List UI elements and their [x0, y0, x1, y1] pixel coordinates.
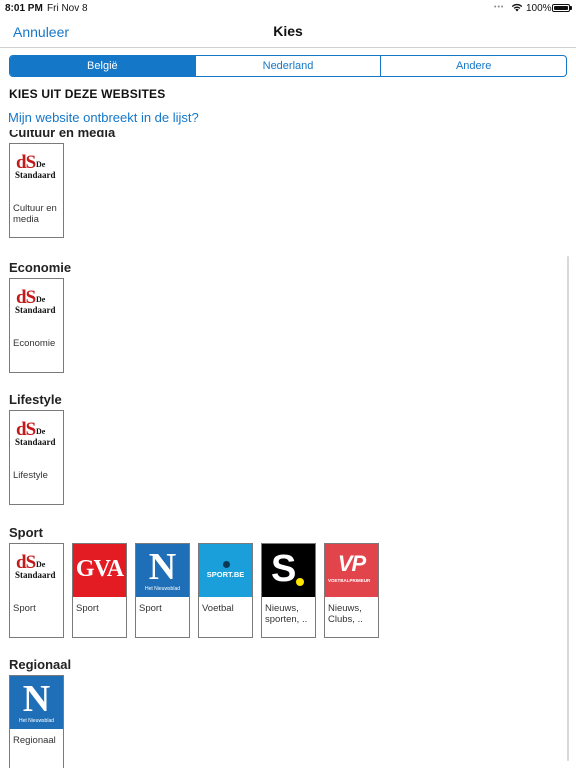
- logo-mark: De: [36, 560, 46, 569]
- website-tile-de-standaard[interactable]: dS De Standaard Cultuur en media: [9, 143, 64, 238]
- category-cultuur-en-media: Cultuur en media dS De Standaard Cultuur…: [9, 130, 115, 238]
- category-title: Economie: [9, 260, 72, 275]
- de-standaard-logo: dS De Standaard: [10, 411, 63, 464]
- voetbalprimeur-logo: VP VOETBALPRIMEUR: [325, 544, 378, 597]
- segment-andere[interactable]: Andere: [380, 56, 566, 76]
- battery-icon: [552, 4, 570, 12]
- category-title: Regionaal: [9, 657, 72, 672]
- websites-list[interactable]: Cultuur en media dS De Standaard Cultuur…: [0, 130, 576, 768]
- category-title: Lifestyle: [9, 392, 62, 407]
- logo-mark: N: [148, 546, 177, 588]
- logo-mark: VP: [337, 551, 366, 576]
- status-date: Fri Nov 8: [47, 3, 88, 14]
- website-tile-voetbalprimeur[interactable]: VP VOETBALPRIMEUR Nieuws, Clubs, ..: [324, 543, 379, 638]
- logo-name: Standaard: [15, 437, 56, 447]
- tile-label: Nieuws, Clubs, ..: [328, 603, 363, 625]
- category-regionaal: Regionaal N Het Nieuwsblad Regionaal: [9, 657, 71, 768]
- battery-tip: [570, 6, 572, 10]
- status-time: 8:01 PM: [5, 3, 43, 14]
- de-standaard-logo: dS De Standaard: [10, 144, 63, 197]
- yellow-dot-icon: [296, 578, 304, 586]
- country-segmented-control: België Nederland Andere: [9, 55, 567, 77]
- category-economie: Economie dS De Standaard Economie: [9, 260, 71, 373]
- logo-name: Standaard: [15, 570, 56, 580]
- tile-label: Nieuws, sporten, ..: [265, 603, 308, 625]
- category-sport: Sport dS De Standaard Sport GVA Sport N: [9, 525, 379, 638]
- missing-website-link[interactable]: Mijn website ontbreekt in de lijst?: [8, 110, 199, 125]
- de-standaard-logo: dS De Standaard: [10, 544, 63, 597]
- tile-label: Regionaal: [13, 735, 56, 746]
- category-lifestyle: Lifestyle dS De Standaard Lifestyle: [9, 392, 64, 505]
- het-nieuwsblad-logo: N Het Nieuwsblad: [10, 676, 63, 729]
- segment-belgie[interactable]: België: [10, 56, 195, 76]
- tile-label: Lifestyle: [13, 470, 48, 481]
- page-title: Kies: [273, 23, 303, 39]
- de-standaard-logo: dS De Standaard: [10, 279, 63, 332]
- gva-logo: GVA: [73, 544, 126, 597]
- multitasking-dots-icon: •••: [494, 4, 505, 11]
- website-tile-het-nieuwsblad[interactable]: N Het Nieuwsblad Regionaal: [9, 675, 64, 768]
- tile-label: Cultuur en media: [13, 203, 57, 225]
- category-title: Cultuur en media: [9, 130, 116, 140]
- status-bar: 8:01 PM Fri Nov 8 ••• 100%: [0, 0, 576, 16]
- logo-mark: S: [271, 548, 297, 590]
- logo-mark: De: [36, 427, 46, 436]
- logo-name: Het Nieuwsblad: [144, 586, 181, 592]
- tile-label: Sport: [13, 603, 36, 614]
- tile-label: Sport: [139, 603, 162, 614]
- section-heading: KIES UIT DEZE WEBSITES: [9, 87, 166, 101]
- wifi-icon: [511, 3, 523, 15]
- sporza-logo: S: [262, 544, 315, 597]
- website-tile-sporza[interactable]: S Nieuws, sporten, ..: [261, 543, 316, 638]
- het-nieuwsblad-logo: N Het Nieuwsblad: [136, 544, 189, 597]
- navigation-bar: Annuleer Kies: [0, 16, 576, 48]
- website-tile-sport-be[interactable]: SPORT.BE Voetbal: [198, 543, 253, 638]
- logo-mark: N: [22, 678, 51, 720]
- website-tile-de-standaard[interactable]: dS De Standaard Sport: [9, 543, 64, 638]
- logo-name: GVA: [75, 556, 124, 582]
- website-tile-de-standaard[interactable]: dS De Standaard Economie: [9, 278, 64, 373]
- scrollbar[interactable]: [567, 256, 569, 761]
- logo-mark: De: [36, 295, 46, 304]
- sport-be-logo: SPORT.BE: [199, 544, 252, 597]
- website-tile-het-nieuwsblad[interactable]: N Het Nieuwsblad Sport: [135, 543, 190, 638]
- battery-percentage: 100%: [526, 3, 552, 14]
- tile-label: Economie: [13, 338, 56, 349]
- logo-mark: De: [36, 160, 46, 169]
- website-tile-de-standaard[interactable]: dS De Standaard Lifestyle: [9, 410, 64, 505]
- football-icon: [223, 561, 230, 568]
- tile-label: Voetbal: [202, 603, 234, 614]
- logo-name: Standaard: [15, 170, 56, 180]
- logo-name: SPORT.BE: [206, 570, 245, 579]
- category-title: Sport: [9, 525, 43, 540]
- website-tile-gva[interactable]: GVA Sport: [72, 543, 127, 638]
- logo-name: Het Nieuwsblad: [18, 718, 55, 724]
- logo-name: VOETBALPRIMEUR: [328, 578, 371, 583]
- segment-nederland[interactable]: Nederland: [194, 56, 381, 76]
- tile-label: Sport: [76, 603, 99, 614]
- logo-name: Standaard: [15, 305, 56, 315]
